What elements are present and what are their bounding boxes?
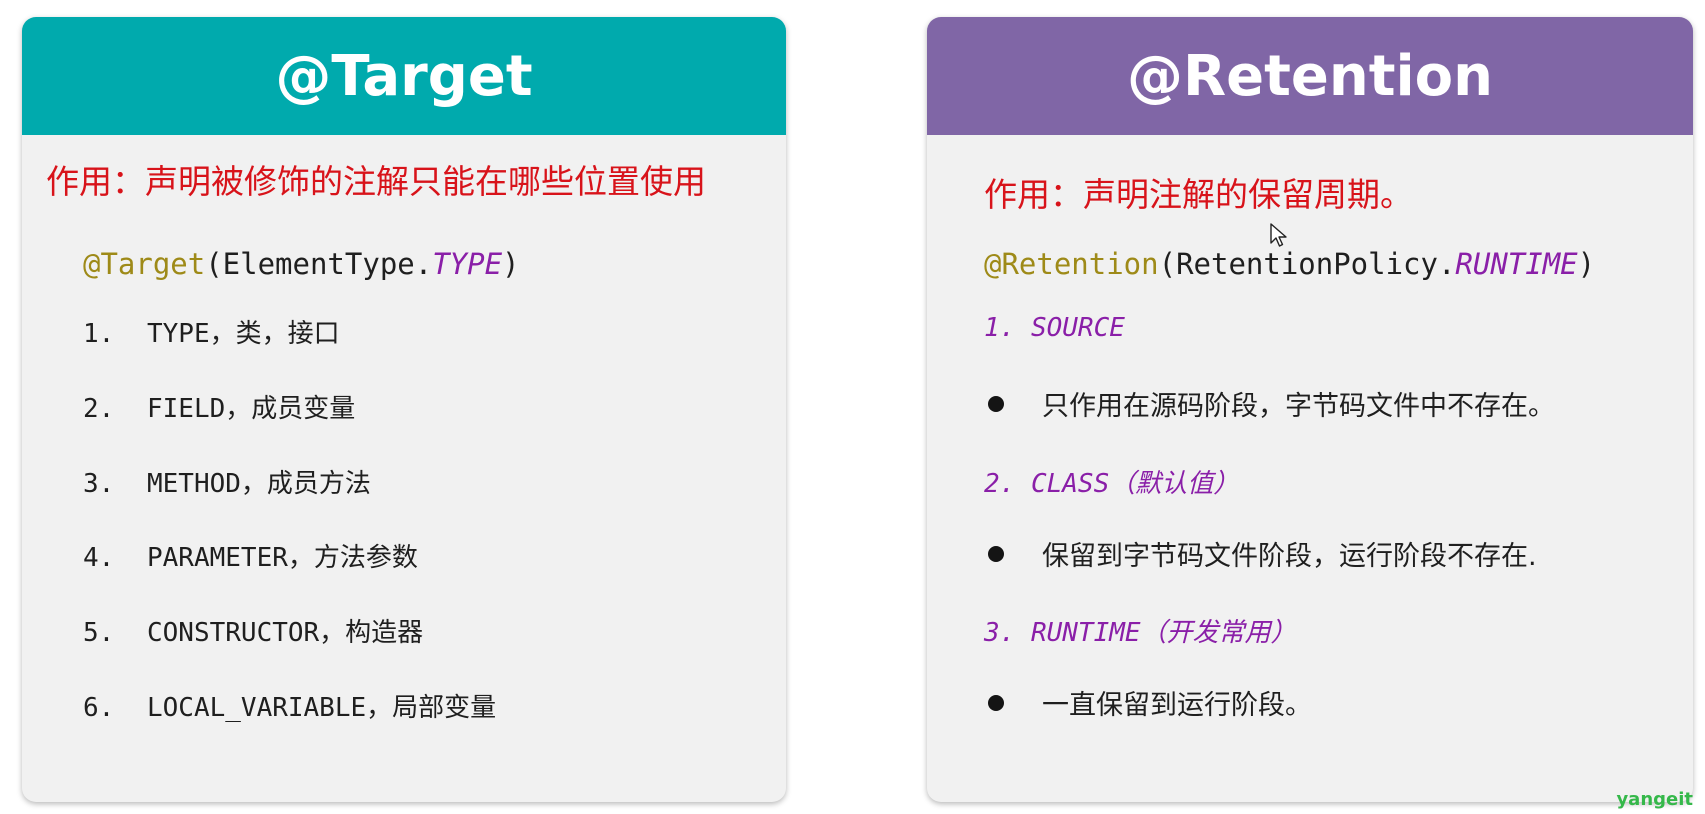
target-item-number: 1. [83,319,115,349]
target-item-number: 6. [83,693,115,723]
retention-policy-detail: 只作用在源码阶段，字节码文件中不存在。 [988,384,1555,423]
target-item-number: 5. [83,618,115,648]
retention-card-title: @Retention [927,17,1693,135]
target-code-annotation: @Target [83,247,206,281]
target-item: 1. TYPE，类，接口 [83,313,340,350]
watermark: yangeit [1616,789,1693,810]
target-item: 6. LOCAL_VARIABLE，局部变量 [83,687,496,724]
target-code-open: (ElementType. [205,247,433,281]
target-item: 2. FIELD，成员变量 [83,388,355,425]
bullet-icon [988,545,1004,562]
target-item-text: METHOD，成员方法 [147,469,371,499]
target-item-number: 3. [83,469,115,499]
retention-policy-detail-text: 一直保留到运行阶段。 [1042,690,1312,721]
target-item-text: CONSTRUCTOR，构造器 [147,618,424,648]
target-item-text: TYPE，类，接口 [147,319,340,349]
target-item-text: PARAMETER，方法参数 [147,543,418,573]
target-item-number: 4. [83,543,115,573]
retention-policy-detail: 一直保留到运行阶段。 [988,683,1312,722]
retention-code-line: @Retention(RetentionPolicy.RUNTIME) [984,247,1595,281]
target-item: 5. CONSTRUCTOR，构造器 [83,612,423,649]
retention-policy-detail: 保留到字节码文件阶段，运行阶段不存在. [988,534,1537,573]
retention-policy-class: 2. CLASS（默认值） [984,469,1240,499]
target-item-text: FIELD，成员变量 [147,394,356,424]
bullet-icon [988,395,1004,412]
retention-description: 作用：声明注解的保留周期。 [984,175,1413,214]
retention-code-close: ) [1577,247,1596,281]
bullet-icon [988,694,1004,711]
retention-policy-source: 1. SOURCE [984,313,1125,343]
target-description: 作用：声明被修饰的注解只能在哪些位置使用 [46,162,706,201]
retention-code-annotation: @Retention [984,247,1159,281]
target-code-constant: TYPE [432,247,503,281]
retention-code-constant: RUNTIME [1455,247,1578,281]
target-item-text: LOCAL_VARIABLE，局部变量 [147,693,497,723]
retention-policy-detail-text: 只作用在源码阶段，字节码文件中不存在。 [1042,391,1555,422]
mouse-cursor-icon [1270,223,1287,247]
retention-policy-detail-text: 保留到字节码文件阶段，运行阶段不存在. [1042,541,1537,572]
target-code-line: @Target(ElementType.TYPE) [83,247,520,281]
target-code-close: ) [502,247,520,281]
target-card-title: @Target [22,17,786,135]
target-item: 4. PARAMETER，方法参数 [83,537,418,574]
target-item-number: 2. [83,394,115,424]
retention-code-open: (RetentionPolicy. [1158,247,1456,281]
target-item: 3. METHOD，成员方法 [83,463,371,500]
retention-policy-runtime: 3. RUNTIME（开发常用） [984,618,1297,648]
